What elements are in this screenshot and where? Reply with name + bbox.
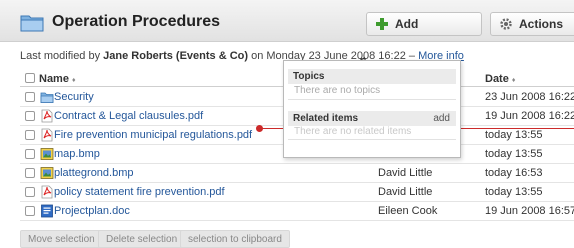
file-owner: Eileen Cook xyxy=(378,205,438,217)
file-date: today 13:55 xyxy=(485,186,543,198)
modified-author: Jane Roberts (Events & Co) xyxy=(103,50,249,62)
table-row[interactable]: plattegrond.bmp David Little today 16:53 xyxy=(20,164,574,183)
file-name-link[interactable]: Projectplan.doc xyxy=(54,205,130,217)
topics-section: There are no topics xyxy=(288,84,456,100)
more-info-popup: Topics There are no topics Related items… xyxy=(283,60,461,158)
modified-prefix: Last modified by xyxy=(20,50,104,62)
row-checkbox[interactable] xyxy=(25,168,35,178)
pdf-icon xyxy=(41,109,53,123)
add-button-label: Add xyxy=(395,17,419,31)
folder-icon xyxy=(20,15,44,32)
row-checkbox[interactable] xyxy=(25,206,35,216)
image-icon xyxy=(40,148,54,160)
pdf-icon xyxy=(41,128,53,142)
sort-icon: ♦ xyxy=(511,77,516,84)
file-owner: David Little xyxy=(378,186,433,198)
doc-icon xyxy=(41,204,53,218)
name-column-header[interactable]: Name ♦ xyxy=(39,73,76,85)
row-checkbox[interactable] xyxy=(25,130,35,140)
folder-icon xyxy=(40,92,54,103)
pdf-icon xyxy=(41,185,53,199)
related-items-section: There are no related items xyxy=(288,126,456,140)
select-all-checkbox[interactable] xyxy=(25,73,35,83)
file-date: 19 Jun 2008 16:22 xyxy=(485,110,574,122)
file-name-link[interactable]: map.bmp xyxy=(54,148,100,160)
related-items-section-title: Related items add xyxy=(288,111,456,126)
file-name-link[interactable]: Contract & Legal clausules.pdf xyxy=(54,110,203,122)
row-checkbox[interactable] xyxy=(25,187,35,197)
delete-selection-button[interactable]: Delete selection xyxy=(98,230,186,248)
sort-icon: ♦ xyxy=(72,77,76,84)
plus-icon xyxy=(376,18,388,30)
topics-empty-text: There are no topics xyxy=(294,85,381,96)
file-name-link[interactable]: plattegrond.bmp xyxy=(54,167,134,179)
add-button[interactable]: Add xyxy=(366,12,482,36)
callout-dot xyxy=(256,125,263,132)
file-name-link[interactable]: Fire prevention municipal regulations.pd… xyxy=(54,129,252,141)
actions-button-label: Actions xyxy=(519,17,564,31)
date-column-header[interactable]: Date ♦ xyxy=(485,73,515,85)
file-date: today 16:53 xyxy=(485,167,543,179)
page-header: Operation Procedures Add Actions xyxy=(0,0,574,42)
file-date: 19 Jun 2008 16:57 xyxy=(485,205,574,217)
file-date: 23 Jun 2008 16:22 xyxy=(485,91,574,103)
file-name-link[interactable]: Security xyxy=(54,91,94,103)
row-checkbox[interactable] xyxy=(25,92,35,102)
image-icon xyxy=(40,167,54,179)
row-checkbox[interactable] xyxy=(25,111,35,121)
gear-icon xyxy=(500,18,512,30)
page-title: Operation Procedures xyxy=(52,13,221,30)
file-name-link[interactable]: policy statement fire prevention.pdf xyxy=(54,186,225,198)
related-empty-text: There are no related items xyxy=(294,126,412,137)
move-selection-button[interactable]: Move selection xyxy=(20,230,103,248)
table-row[interactable]: policy statement fire prevention.pdf Dav… xyxy=(20,183,574,202)
topics-section-title: Topics xyxy=(288,69,456,84)
actions-button[interactable]: Actions xyxy=(490,12,574,36)
clipboard-selection-button[interactable]: selection to clipboard xyxy=(180,230,290,248)
file-owner: David Little xyxy=(378,167,433,179)
related-add-link[interactable]: add xyxy=(433,113,450,124)
table-row[interactable]: Projectplan.doc Eileen Cook 19 Jun 2008 … xyxy=(20,202,574,221)
file-date: today 13:55 xyxy=(485,129,543,141)
row-checkbox[interactable] xyxy=(25,149,35,159)
file-date: today 13:55 xyxy=(485,148,543,160)
